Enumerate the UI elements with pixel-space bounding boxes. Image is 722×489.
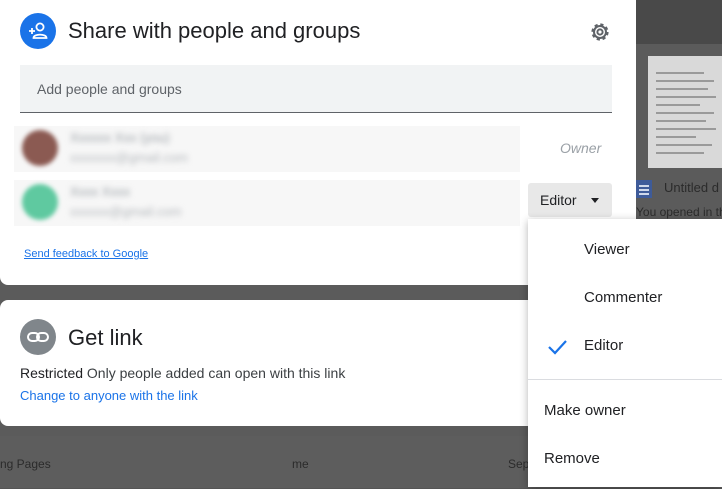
menu-item-label: Remove: [544, 450, 600, 467]
restricted-description: Only people added can open with this lin…: [86, 365, 346, 381]
person-row-editor: Xxxx Xxxx xxxxxx@gmail.com: [14, 180, 520, 226]
person-name: Xxxx Xxxx: [70, 184, 130, 199]
person-email: xxxxxx@gmail.com: [70, 204, 182, 219]
link-icon: [20, 319, 56, 355]
person-name: Xxxxxx Xxx (you): [70, 130, 170, 145]
checkmark-icon: [548, 340, 567, 355]
person-email: xxxxxxx@gmail.com: [70, 150, 188, 165]
get-link-title: Get link: [68, 325, 143, 350]
link-access-description: Restricted Only people added can open wi…: [20, 365, 345, 381]
docs-icon: [636, 180, 652, 198]
role-menu: Viewer Commenter Editor Make owner Remov…: [528, 219, 722, 487]
menu-item-label: Commenter: [584, 289, 663, 306]
settings-gear-icon[interactable]: [587, 19, 613, 45]
role-dropdown-button[interactable]: Editor: [528, 183, 612, 217]
add-person-icon: [20, 13, 56, 49]
avatar: [22, 184, 58, 220]
avatar: [22, 130, 58, 166]
file-row-owner: me: [292, 457, 309, 471]
menu-divider: [528, 379, 722, 380]
owner-role-label: Owner: [560, 140, 602, 156]
person-row-owner: Xxxxxx Xxx (you) xxxxxxx@gmail.com: [14, 126, 520, 172]
add-people-input[interactable]: [20, 65, 612, 113]
menu-item-editor[interactable]: Editor: [528, 322, 722, 370]
menu-item-label: Viewer: [584, 241, 630, 258]
caret-down-icon: [591, 198, 599, 203]
menu-item-commenter[interactable]: Commenter: [528, 274, 722, 322]
doc-opened-text: You opened in th: [636, 205, 722, 219]
file-row-name: ng Pages: [0, 457, 51, 471]
menu-item-remove[interactable]: Remove: [528, 435, 722, 483]
restricted-label: Restricted: [20, 365, 84, 381]
doc-title: Untitled d: [664, 180, 719, 195]
change-link-access-link[interactable]: Change to anyone with the link: [20, 388, 198, 403]
menu-item-label: Editor: [584, 337, 624, 354]
dialog-title: Share with people and groups: [68, 18, 361, 43]
role-dropdown-label: Editor: [540, 192, 577, 208]
doc-thumbnail: [648, 56, 722, 168]
background-header: [636, 0, 722, 44]
send-feedback-link[interactable]: Send feedback to Google: [24, 248, 148, 260]
file-row-date: Sep: [508, 457, 530, 471]
menu-item-label: Make owner: [544, 402, 626, 419]
menu-item-make-owner[interactable]: Make owner: [528, 387, 722, 435]
menu-item-viewer[interactable]: Viewer: [528, 226, 722, 274]
